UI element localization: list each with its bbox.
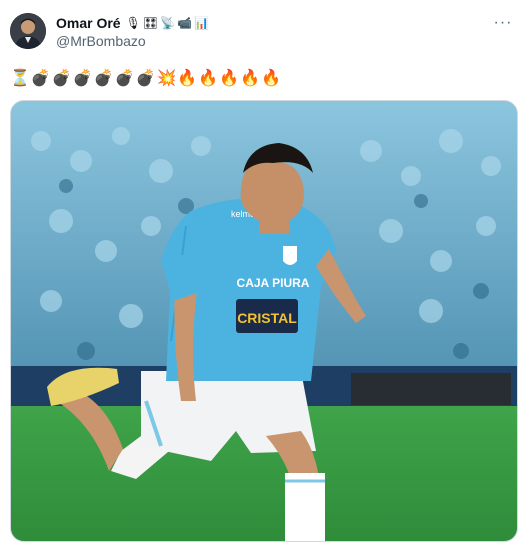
author-avatar[interactable]: [10, 13, 46, 49]
author-display-name[interactable]: Omar Oré: [56, 15, 121, 31]
bar-chart-icon: 📊: [193, 16, 209, 30]
bomb-icon: 💣: [72, 68, 93, 87]
microphone-icon: 🎙: [125, 16, 141, 30]
bomb-icon: 💣: [114, 68, 135, 87]
tweet-text: ⏳ 💣 💣 💣 💣 💣 💣 💥 🔥 🔥 🔥 🔥 🔥: [10, 66, 281, 90]
fire-icon: 🔥: [261, 68, 281, 87]
fire-icon: 🔥: [240, 68, 261, 87]
bomb-icon: 💣: [93, 68, 114, 87]
author-handle[interactable]: @MrBombazo: [56, 33, 146, 49]
fire-icon: 🔥: [198, 68, 219, 87]
svg-text:CRISTAL: CRISTAL: [237, 310, 297, 326]
football-player-photo: CRISTAL CAJA PIURA kelme: [11, 101, 517, 541]
tweet-media-photo[interactable]: CRISTAL CAJA PIURA kelme: [10, 100, 518, 542]
avatar-image: [10, 13, 46, 49]
satellite-antenna-icon: 📡: [160, 16, 176, 30]
svg-text:CAJA PIURA: CAJA PIURA: [237, 276, 310, 290]
fire-icon: 🔥: [219, 68, 240, 87]
hourglass-icon: ⏳: [10, 68, 30, 87]
collision-icon: 💥: [156, 68, 177, 87]
bomb-icon: 💣: [135, 68, 156, 87]
bomb-icon: 💣: [30, 68, 51, 87]
control-knobs-icon: 🎛: [142, 16, 159, 30]
tweet-card: Omar Oré 🎙 🎛 📡 📹 📊 @MrBombazo ··· ⏳ 💣 💣 …: [0, 0, 526, 542]
more-options-button[interactable]: ···: [492, 12, 514, 34]
video-camera-icon: 📹: [177, 16, 192, 30]
author-name-row: Omar Oré 🎙 🎛 📡 📹 📊: [56, 14, 209, 32]
bomb-icon: 💣: [51, 68, 72, 87]
fire-icon: 🔥: [177, 68, 198, 87]
